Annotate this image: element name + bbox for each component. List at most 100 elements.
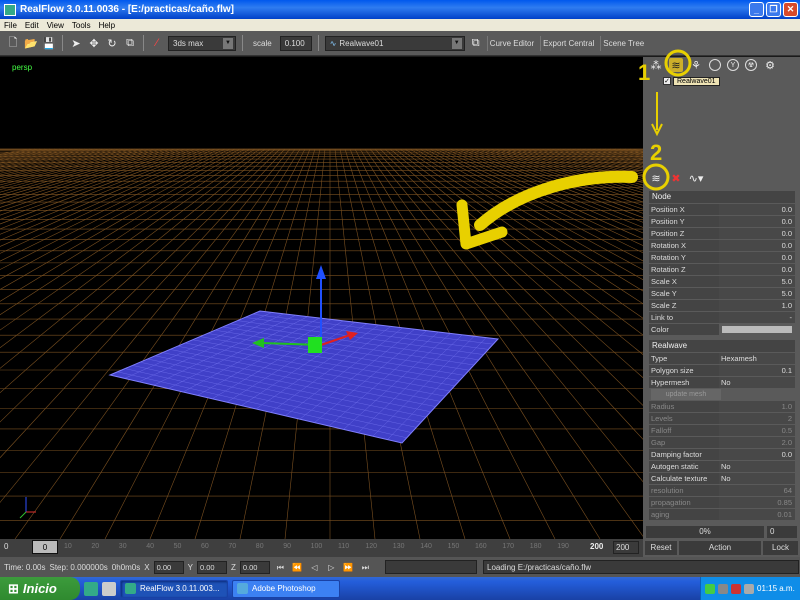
end-frame-input[interactable]: 200 — [613, 541, 639, 554]
property-value[interactable]: 0.0 — [719, 264, 795, 275]
scale-icon[interactable]: ⧉ — [123, 36, 137, 50]
property-value[interactable]: 0.5 — [719, 425, 795, 436]
timeline-tick: 10 — [64, 543, 72, 550]
property-value[interactable]: 0.0 — [719, 449, 795, 460]
3d-viewport[interactable]: persp — [0, 57, 643, 539]
menu-edit[interactable]: Edit — [21, 21, 43, 30]
move-icon[interactable]: ✥ — [87, 36, 101, 50]
property-label: Rotation X — [649, 240, 719, 251]
property-value[interactable]: 1.0 — [719, 401, 795, 412]
realwave-node-icon[interactable]: ≋ — [649, 171, 663, 185]
new-file-icon[interactable]: 🗋 — [6, 36, 20, 50]
quicklaunch-realflow-icon[interactable] — [84, 581, 98, 596]
quicklaunch-desktop-icon[interactable] — [102, 581, 116, 596]
play-icon[interactable]: ▷ — [325, 561, 338, 574]
menu-view[interactable]: View — [43, 21, 68, 30]
go-start-icon[interactable]: ⏮ — [274, 561, 287, 574]
property-value[interactable]: Hexamesh — [719, 353, 795, 364]
property-value[interactable]: 0.85 — [719, 497, 795, 508]
property-row: Rotation Z 0.0 — [649, 264, 795, 276]
property-value[interactable]: No — [719, 461, 795, 472]
maximize-button[interactable]: ❐ — [766, 2, 781, 17]
property-label: Scale Y — [649, 288, 719, 299]
minimize-button[interactable]: _ — [749, 2, 764, 17]
task-photoshop[interactable]: Adobe Photoshop — [232, 579, 340, 598]
select-arrow-icon[interactable]: ➤ — [69, 36, 83, 50]
scale-input[interactable]: 0.100 — [279, 35, 312, 51]
property-value[interactable]: 0.0 — [719, 252, 795, 263]
delete-node-icon[interactable]: ✖ — [669, 171, 683, 185]
menu-bar: File Edit View Tools Help — [0, 19, 800, 31]
property-label: Polygon size — [649, 365, 719, 376]
grid-line — [524, 148, 643, 179]
update-mesh-button[interactable]: update mesh — [651, 389, 721, 400]
tray-icon-4[interactable] — [744, 583, 754, 594]
property-value[interactable]: - — [719, 312, 795, 323]
save-icon[interactable]: 💾 — [42, 36, 56, 50]
go-end-icon[interactable]: ⏭ — [359, 561, 372, 574]
property-value[interactable]: 0.01 — [719, 509, 795, 520]
axis-icon[interactable]: ⁄ — [150, 36, 164, 50]
settings-gear-icon[interactable]: ⚙ — [763, 58, 777, 72]
property-value[interactable]: 1.0 — [719, 300, 795, 311]
grid-line — [0, 148, 166, 199]
z-coord-field[interactable]: 0.00 — [239, 560, 270, 574]
menu-help[interactable]: Help — [95, 21, 119, 30]
property-value[interactable]: 64 — [719, 485, 795, 496]
sphere-icon[interactable] — [709, 59, 721, 71]
x-coord-field[interactable]: 0.00 — [153, 560, 184, 574]
property-row: Levels 2 — [649, 413, 795, 425]
wave-options-icon[interactable]: ∿▾ — [689, 171, 704, 185]
lock-button[interactable]: Lock — [763, 541, 798, 555]
prev-frame-icon[interactable]: ◁ — [308, 561, 321, 574]
property-value[interactable]: 0.0 — [719, 216, 795, 227]
property-value[interactable]: 0.0 — [719, 240, 795, 251]
close-button[interactable]: ✕ — [783, 2, 798, 17]
property-value[interactable]: 0.1 — [719, 365, 795, 376]
grid-line — [0, 148, 186, 212]
step-back-icon[interactable]: ⏪ — [291, 561, 304, 574]
x-label: X — [144, 562, 150, 572]
timeline[interactable]: 0 0 10 20 30 40 50 60 70 80 90 100 110 120 130 140 150… — [0, 539, 643, 557]
object-select[interactable]: ∿ Realwave01 ▼ — [324, 35, 465, 51]
menu-tools[interactable]: Tools — [68, 21, 95, 30]
color-swatch[interactable] — [722, 326, 792, 333]
tray-icon-1[interactable] — [705, 583, 715, 594]
curve-editor-button[interactable]: Curve Editor — [486, 35, 536, 51]
property-value[interactable]: 2.0 — [719, 437, 795, 448]
property-value[interactable]: 2 — [719, 413, 795, 424]
tray-icon-3[interactable] — [731, 583, 741, 594]
link-icon[interactable]: ⧉ — [469, 36, 483, 50]
start-button[interactable]: ⊞ Inicio — [0, 577, 80, 600]
current-frame[interactable]: 0 — [32, 540, 58, 554]
property-value[interactable]: No — [719, 377, 795, 388]
scene-item-realwave[interactable]: ✓ Realwave01 — [663, 76, 720, 86]
y-coord-field[interactable]: 0.00 — [196, 560, 227, 574]
task-realflow[interactable]: RealFlow 3.0.11.003... — [120, 579, 228, 598]
step-forward-icon[interactable]: ⏩ — [342, 561, 355, 574]
property-value[interactable]: 0.0 — [719, 204, 795, 215]
menu-file[interactable]: File — [0, 21, 21, 30]
radiation-icon[interactable]: ☢ — [745, 59, 757, 71]
rotate-icon[interactable]: ↻ — [105, 36, 119, 50]
property-value[interactable]: 0.0 — [719, 228, 795, 239]
property-value[interactable]: 5.0 — [719, 276, 795, 287]
view-mode-select[interactable]: 3ds max ▼ — [168, 35, 236, 51]
tray-icon-2[interactable] — [718, 583, 728, 594]
property-value[interactable]: No — [719, 473, 795, 484]
reset-button[interactable]: Reset — [645, 541, 677, 555]
realwave-icon[interactable]: ≋ — [669, 58, 683, 72]
visibility-checkbox[interactable]: ✓ — [663, 77, 671, 85]
action-button[interactable]: Action — [679, 541, 761, 555]
emitter-icon[interactable]: ⁂ — [649, 58, 663, 72]
open-folder-icon[interactable]: 📂 — [24, 36, 38, 50]
property-row: propagation 0.85 — [649, 497, 795, 509]
node-section-header: Node — [649, 191, 795, 203]
grid-line — [0, 148, 101, 171]
property-value[interactable]: 5.0 — [719, 288, 795, 299]
export-central-button[interactable]: Export Central — [540, 35, 596, 51]
object-icon[interactable]: ⚘ — [689, 58, 703, 72]
scene-tree-button[interactable]: Scene Tree — [600, 35, 646, 51]
property-row: Falloff 0.5 — [649, 425, 795, 437]
daemon-icon[interactable]: Y — [727, 59, 739, 71]
